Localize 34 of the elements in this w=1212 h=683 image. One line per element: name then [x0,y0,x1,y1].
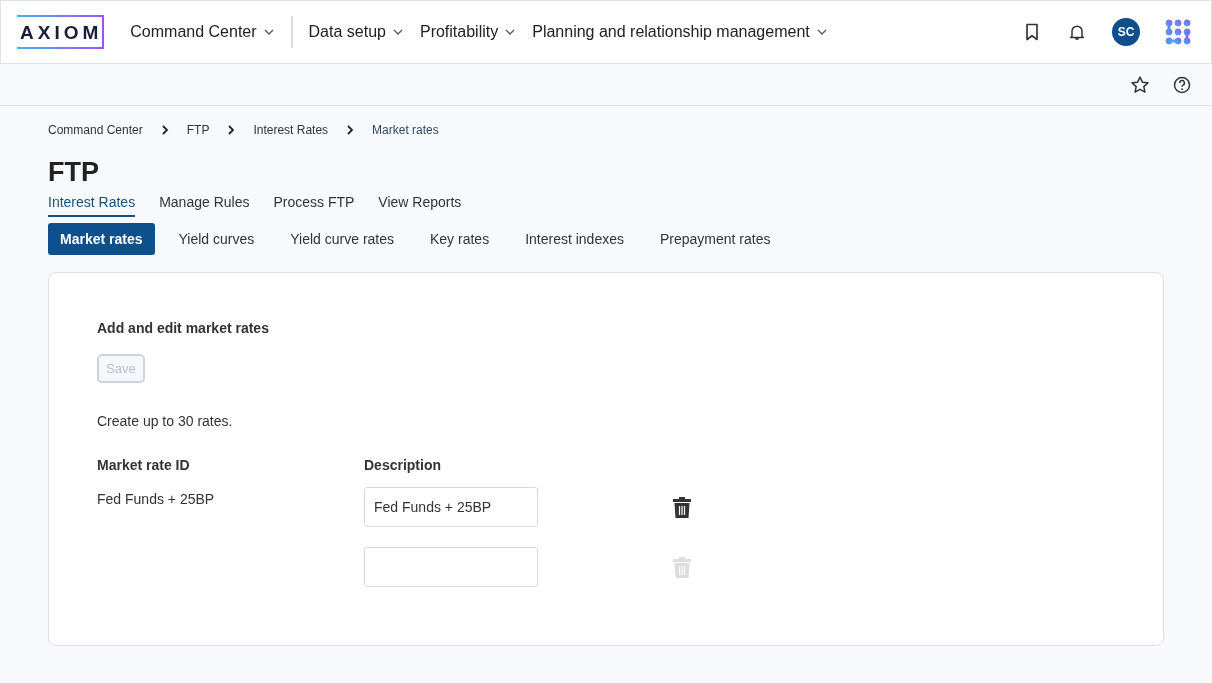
subtab[interactable]: Prepayment rates [648,223,783,255]
breadcrumb-link[interactable]: Interest Rates [253,123,329,137]
chevron-right-icon [226,124,237,136]
tab[interactable]: View Reports [378,192,462,217]
column-header: Description [364,457,442,473]
delete-icon[interactable] [672,496,692,518]
tab[interactable]: Interest Rates [48,192,136,217]
tab[interactable]: Process FTP [273,192,355,217]
nav-menu[interactable]: Planning and relationship management [524,17,836,47]
info-text: Create up to 30 rates. [97,413,234,429]
description-field[interactable] [364,547,538,587]
section-heading: Add and edit market rates [97,320,270,336]
description-field[interactable]: Fed Funds + 25BP [364,487,538,527]
column-header: Market rate ID [97,457,191,473]
axiom-logo[interactable]: AXIOM [17,15,105,49]
nav-menu[interactable]: Data setup [300,17,412,47]
subtab[interactable]: Key rates [418,223,502,255]
subtab[interactable]: Interest indexes [513,223,636,255]
chevron-right-icon [345,124,356,136]
rate-id: Fed Funds + 25BP [97,491,215,507]
breadcrumb-link[interactable]: FTP [186,123,210,137]
nav-menu[interactable]: Command Center [122,17,283,47]
user-avatar[interactable]: SC [1112,18,1140,46]
subtab[interactable]: Yield curves [166,223,267,255]
help-icon[interactable] [1172,74,1192,95]
subtab[interactable]: Yield curve rates [278,223,406,255]
nav-menu[interactable]: Profitability [411,17,525,47]
chevron-right-icon [159,124,170,136]
page-title: FTP [48,157,100,187]
tab[interactable]: Manage Rules [159,192,250,217]
subtab[interactable]: Market rates [48,223,155,255]
breadcrumb-link[interactable]: Command Center [48,123,143,137]
star-icon[interactable] [1130,74,1150,95]
app-launcher-icon[interactable] [1165,19,1191,45]
